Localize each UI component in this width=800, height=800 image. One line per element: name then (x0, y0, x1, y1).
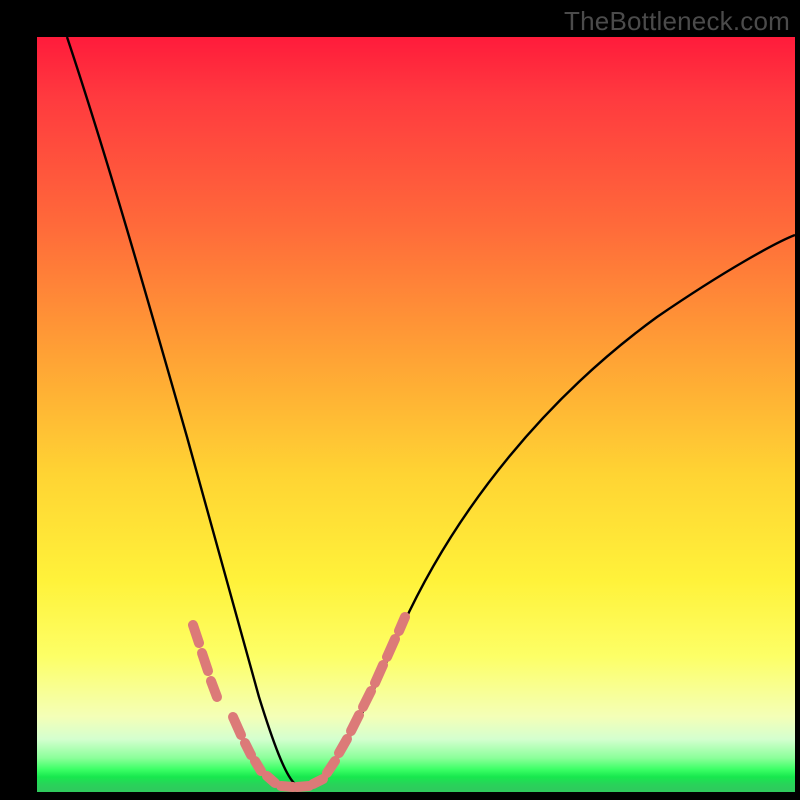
outer-frame: TheBottleneck.com (0, 0, 800, 800)
marker-dot (327, 761, 335, 773)
bottleneck-curve (67, 37, 795, 787)
marker-dot (363, 691, 371, 707)
marker-dot (233, 717, 241, 735)
marker-group (193, 617, 405, 787)
marker-dot (245, 743, 251, 755)
marker-dot (193, 625, 199, 643)
watermark-text: TheBottleneck.com (564, 6, 790, 37)
marker-dot (387, 639, 395, 657)
marker-dot (202, 653, 208, 671)
marker-dot (399, 617, 405, 631)
plot-area (37, 37, 795, 792)
curve-layer (37, 37, 795, 792)
marker-dot (255, 761, 261, 771)
marker-dot (211, 681, 217, 697)
marker-dot (313, 779, 323, 784)
marker-dot (375, 665, 383, 683)
marker-dot (297, 786, 309, 787)
marker-dot (281, 786, 293, 787)
marker-dot (351, 715, 359, 731)
marker-dot (267, 776, 275, 783)
marker-dot (339, 739, 347, 753)
